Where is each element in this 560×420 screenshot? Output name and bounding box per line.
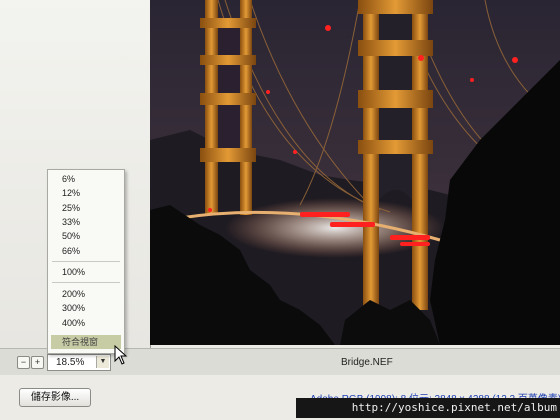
- zoom-option-200[interactable]: 200%: [62, 289, 85, 299]
- zoom-in-button[interactable]: +: [31, 356, 44, 369]
- zoom-option-12[interactable]: 12%: [62, 188, 80, 198]
- menu-divider: [52, 261, 120, 262]
- image-preview[interactable]: [150, 0, 560, 345]
- zoom-option-66[interactable]: 66%: [62, 246, 80, 256]
- watermark-url: http://yoshice.pixnet.net/album: [296, 398, 560, 418]
- zoom-out-button[interactable]: −: [17, 356, 30, 369]
- save-image-button[interactable]: 儲存影像...: [19, 388, 91, 407]
- golden-gate-bridge-photo: [150, 0, 560, 345]
- zoom-option-400[interactable]: 400%: [62, 318, 85, 328]
- dropdown-arrow-icon[interactable]: ▼: [96, 356, 109, 368]
- zoom-option-6[interactable]: 6%: [62, 174, 75, 184]
- zoom-option-300[interactable]: 300%: [62, 303, 85, 313]
- mouse-pointer-icon: [114, 345, 128, 365]
- filename-label: Bridge.NEF: [341, 357, 393, 368]
- menu-divider: [52, 282, 120, 283]
- zoom-option-33[interactable]: 33%: [62, 217, 80, 227]
- zoom-select[interactable]: 18.5% ▼: [47, 354, 111, 371]
- zoom-option-25[interactable]: 25%: [62, 203, 80, 213]
- zoom-value: 18.5%: [56, 357, 85, 368]
- zoom-option-fit-window[interactable]: 符合視窗: [51, 335, 121, 349]
- zoom-option-50[interactable]: 50%: [62, 231, 80, 241]
- zoom-option-100[interactable]: 100%: [62, 267, 85, 277]
- zoom-dropdown-menu: 6% 12% 25% 33% 50% 66% 100% 200% 300% 40…: [47, 169, 125, 354]
